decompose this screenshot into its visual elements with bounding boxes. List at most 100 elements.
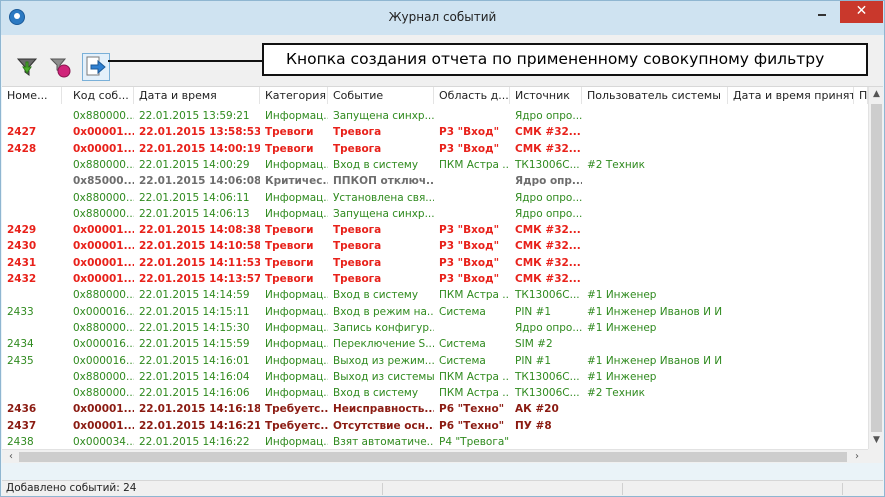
- horizontal-scroll-thumb[interactable]: [19, 452, 847, 462]
- cell-extra: [854, 401, 868, 418]
- events-added-count: Добавлено событий: 24: [6, 482, 137, 494]
- column-header-event[interactable]: Событие: [328, 87, 434, 104]
- cell-extra: [854, 141, 868, 158]
- cell-event: Тревога: [333, 224, 382, 237]
- cell-accept-time: [728, 271, 854, 288]
- table-row[interactable]: 0x880000... 22.01.2015 14:16:04 Информац..…: [2, 369, 868, 386]
- cell-area: Р3 "Вход": [439, 256, 500, 269]
- cell-extra: [854, 206, 868, 223]
- cell-extra: [854, 353, 868, 370]
- cell-event-code: 0x000016...: [73, 354, 134, 367]
- horizontal-scrollbar[interactable]: ‹ ›: [2, 449, 868, 463]
- report-arrow-icon: [86, 56, 106, 76]
- cell-area: ПКМ Астра ...: [439, 289, 510, 302]
- cell-extra: [854, 173, 868, 190]
- cell-user: [582, 255, 728, 272]
- cell-datetime: 22.01.2015 14:11:53: [139, 256, 260, 269]
- cell-source: СМК #32...: [515, 256, 581, 269]
- cell-event-code: 0x00001...: [73, 403, 134, 416]
- apply-filter-button[interactable]: [13, 53, 41, 81]
- table-row[interactable]: 0x85000... 22.01.2015 14:06:08 Критичес...…: [2, 173, 868, 190]
- title-bar: Журнал событий ✕: [1, 1, 884, 35]
- scroll-left-arrow-icon[interactable]: ‹: [4, 450, 18, 463]
- table-row[interactable]: 2431 0x00001... 22.01.2015 14:11:53 Тревоги…: [2, 255, 868, 272]
- table-row[interactable]: 2430 0x00001... 22.01.2015 14:10:58 Тревоги…: [2, 238, 868, 255]
- cell-category: Требуетс...: [265, 403, 328, 416]
- cell-event-code: 0x00001...: [73, 273, 134, 285]
- cell-event-code: 0x880000...: [73, 110, 134, 122]
- cell-user: [582, 173, 728, 190]
- column-header-accept-time[interactable]: Дата и время принят...: [728, 87, 854, 104]
- close-button[interactable]: ✕: [840, 1, 883, 23]
- column-header-number[interactable]: Номе...: [2, 87, 62, 104]
- cell-event: Вход в систему: [333, 289, 419, 302]
- cell-source: Ядро опро...: [515, 191, 582, 204]
- cell-extra: [854, 255, 868, 272]
- cell-datetime: 22.01.2015 14:15:59: [139, 338, 250, 351]
- column-header-truncated[interactable]: П: [854, 87, 868, 104]
- cell-user: [582, 206, 728, 223]
- cell-category: Информац...: [265, 387, 328, 400]
- cell-event: Запись конфигур...: [333, 321, 434, 334]
- cell-event: Вход в режим на...: [333, 305, 434, 318]
- cell-datetime: 22.01.2015 14:16:18: [139, 403, 260, 416]
- vertical-scrollbar[interactable]: ▲ ▼: [868, 87, 883, 449]
- table-row[interactable]: 0x880000... 22.01.2015 13:59:21 Информац..…: [2, 108, 868, 125]
- scroll-right-arrow-icon[interactable]: ›: [850, 450, 864, 463]
- cell-event-code: 0x880000...: [73, 158, 134, 171]
- table-row[interactable]: 0x880000... 22.01.2015 14:00:29 Информац..…: [2, 157, 868, 174]
- cell-extra: [854, 124, 868, 141]
- table-row[interactable]: 2429 0x00001... 22.01.2015 14:08:38 Тревоги…: [2, 222, 868, 239]
- cell-extra: [854, 271, 868, 288]
- cell-event-code: 0x00001...: [73, 240, 134, 253]
- column-header-event-code[interactable]: Код соб...: [68, 87, 134, 104]
- clear-filter-icon: [49, 58, 71, 78]
- scroll-down-arrow-icon[interactable]: ▼: [869, 435, 883, 445]
- cell-user: [582, 271, 728, 288]
- minimize-button[interactable]: [809, 1, 835, 23]
- cell-extra: [854, 304, 868, 321]
- column-header-category[interactable]: Категория: [260, 87, 328, 104]
- vertical-scroll-thumb[interactable]: [871, 104, 882, 432]
- cell-event-code: 0x00001...: [73, 256, 134, 269]
- table-row[interactable]: 0x880000... 22.01.2015 14:15:30 Информац..…: [2, 320, 868, 337]
- table-row[interactable]: 0x880000... 22.01.2015 14:14:59 Информац..…: [2, 287, 868, 304]
- reset-filter-button[interactable]: [47, 53, 75, 81]
- cell-datetime: 22.01.2015 14:06:13: [139, 207, 250, 220]
- table-row[interactable]: 2428 0x00001... 22.01.2015 14:00:19 Тревоги…: [2, 141, 868, 158]
- table-row[interactable]: 2427 0x00001... 22.01.2015 13:58:53 Тревоги…: [2, 124, 868, 141]
- create-report-button[interactable]: [82, 53, 110, 81]
- scroll-up-arrow-icon[interactable]: ▲: [869, 89, 883, 99]
- table-row[interactable]: 0x880000... 22.01.2015 14:06:13 Информац..…: [2, 206, 868, 223]
- column-header-datetime[interactable]: Дата и время: [134, 87, 260, 104]
- table-row[interactable]: 2435 0x000016... 22.01.2015 14:16:01 Информ…: [2, 353, 868, 370]
- table-row[interactable]: 2437 0x00001... 22.01.2015 14:16:21 Требует…: [2, 418, 868, 435]
- cell-event-code: 0x00001...: [73, 126, 134, 139]
- cell-accept-time: [728, 336, 854, 353]
- table-row[interactable]: 0x880000... 22.01.2015 14:06:11 Информац..…: [2, 190, 868, 207]
- cell-source: СМК #32...: [515, 126, 581, 139]
- table-row[interactable]: 2436 0x00001... 22.01.2015 14:16:18 Требует…: [2, 401, 868, 418]
- column-header-source[interactable]: Источник: [510, 87, 582, 104]
- table-row[interactable]: 0x880000... 22.01.2015 14:16:06 Информац..…: [2, 385, 868, 402]
- cell-number: 2430: [7, 240, 37, 253]
- cell-accept-time: [728, 141, 854, 158]
- cell-datetime: 22.01.2015 14:08:38: [139, 224, 260, 237]
- cell-user: #2 Техник: [587, 158, 645, 171]
- table-row[interactable]: 2434 0x000016... 22.01.2015 14:15:59 Информ…: [2, 336, 868, 353]
- cell-source: Ядро опро...: [515, 207, 582, 220]
- cell-area: Р3 "Вход": [439, 240, 500, 253]
- cell-area: [434, 173, 510, 190]
- cell-accept-time: [728, 190, 854, 207]
- cell-category: Информац...: [265, 110, 328, 122]
- cell-event: Тревога: [333, 240, 382, 253]
- events-table: Номе... Код соб... Дата и время Категори…: [2, 87, 883, 463]
- cell-user: #1 Инженер: [587, 321, 657, 334]
- table-row[interactable]: 2433 0x000016... 22.01.2015 14:15:11 Информ…: [2, 304, 868, 321]
- column-header-user[interactable]: Пользователь системы: [582, 87, 728, 104]
- column-header-area[interactable]: Область д...: [434, 87, 510, 104]
- cell-category: Тревоги: [265, 240, 314, 253]
- status-separator: [382, 483, 383, 495]
- table-row[interactable]: 2432 0x00001... 22.01.2015 14:13:57 Тревоги…: [2, 271, 868, 288]
- cell-datetime: 22.01.2015 14:15:30: [139, 321, 250, 334]
